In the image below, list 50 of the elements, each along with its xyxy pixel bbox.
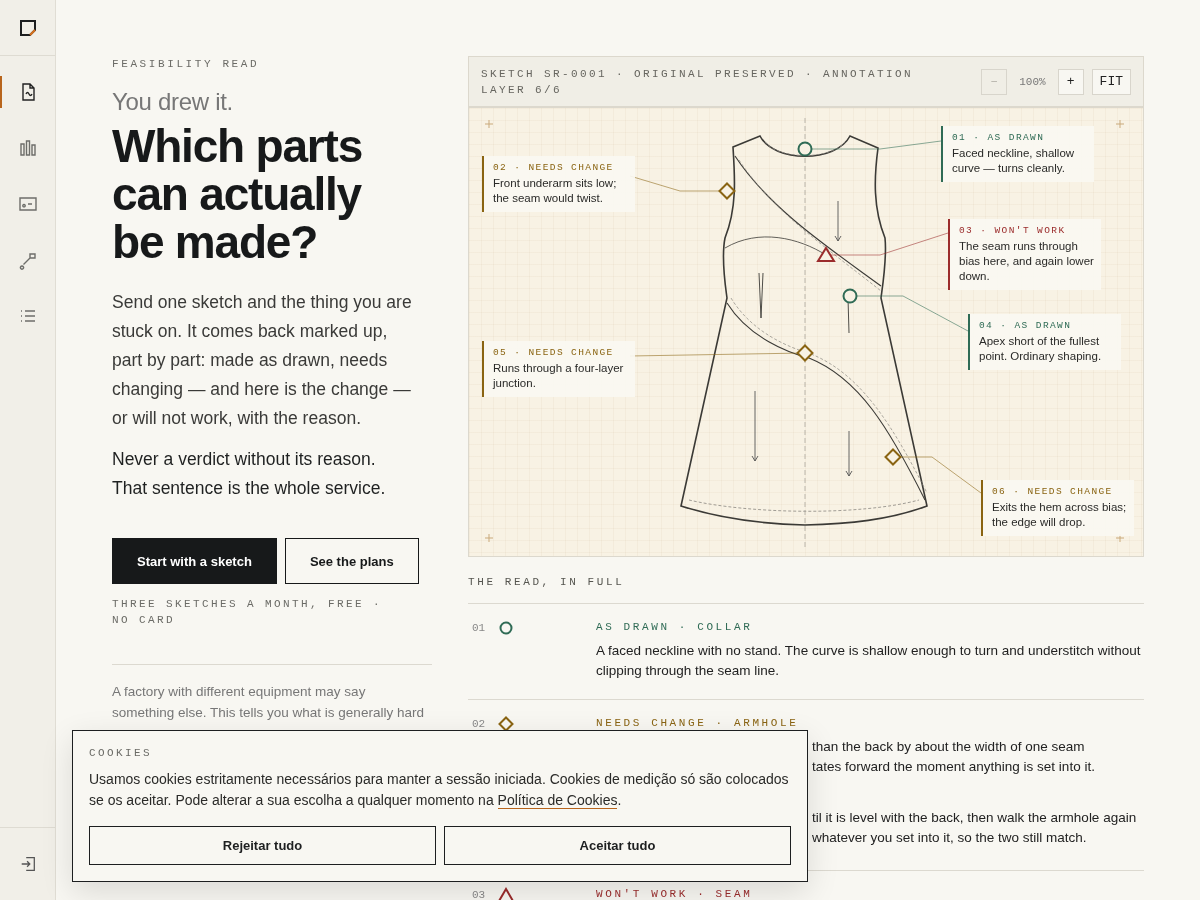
row-number: 03 xyxy=(472,888,487,900)
registration-mark xyxy=(1115,119,1125,129)
disclaimer-text: A factory with different equipment may say something else. This tells you what is generally hard xyxy=(112,683,425,722)
annotation-label: 01 · AS DRAWN xyxy=(952,132,1046,143)
verdict-text: til it is level with the back, then walk the armhole again xyxy=(812,809,1137,827)
bar-chart-icon xyxy=(17,138,38,158)
zoom-in-button[interactable]: + xyxy=(1057,68,1084,95)
row-number: 01 xyxy=(472,621,487,634)
start-button[interactable]: Start with a sketch xyxy=(112,538,277,584)
id-card-icon xyxy=(17,194,38,214)
registration-mark xyxy=(484,119,494,129)
annotation-label: 03 · WON'T WORK xyxy=(959,225,1067,236)
verdict-text: whatever you set into it, so the two still match. xyxy=(812,829,1087,847)
annotation-text: Front underarm sits low; the seam would twist. xyxy=(493,176,618,206)
verdict-text: A faced neckline with no stand. The curve is shallow enough to turn and understitch without clipping through the seam line. xyxy=(596,642,1142,680)
logo-icon[interactable] xyxy=(17,17,38,38)
cookie-text: Usamos cookies estritamente necessários para manter a sessão iniciada. Cookies de medição só são colocados se os aceitar. Pode alterar a sua escolha a qualquer momento na Política de Cookies. xyxy=(89,770,790,810)
headline: Which parts can actually be made? xyxy=(112,122,364,266)
path-icon xyxy=(17,250,38,270)
annotation-text: Exits the hem across bias; the edge will drop. xyxy=(992,500,1128,530)
verdict-label: AS DRAWN · COLLAR xyxy=(596,621,754,633)
fit-button[interactable]: FIT xyxy=(1091,68,1131,95)
annotation-text: The seam runs through bias here, and again lower down. xyxy=(959,239,1095,284)
verdict-label: NEEDS CHANGE · ARMHOLE xyxy=(596,717,800,729)
row-number: 02 xyxy=(472,717,487,730)
accept-button[interactable]: Aceitar tudo xyxy=(444,826,791,865)
sketch-canvas[interactable] xyxy=(469,108,1143,556)
annotation-label: 04 · AS DRAWN xyxy=(979,320,1073,331)
intro-paragraph: Send one sketch and the thing you are stuck on. It comes back marked up, part by part: made as drawn, needs changing — and here is the change — or will not work, with the reason. xyxy=(112,291,413,430)
annotation-text: Apex short of the fullest point. Ordinary shaping. xyxy=(979,334,1103,364)
plans-button[interactable]: See the plans xyxy=(284,538,419,584)
annotation-label: 06 · NEEDS CHANGE xyxy=(992,486,1114,497)
annotation-text: Runs through a four-layer junction. xyxy=(493,361,625,391)
statement-paragraph: Never a verdict without its reason. That sentence is the whole service. xyxy=(112,448,387,500)
verdict-label: WON'T WORK · SEAM xyxy=(596,888,754,900)
cookie-title: COOKIES xyxy=(89,747,153,759)
offer-note: THREE SKETCHES A MONTH, FREE · NO CARD xyxy=(112,597,384,628)
sketch-caption: SKETCH SR-0001 · ORIGINAL PRESERVED · ANNOTATION LAYER 6/6 xyxy=(481,66,915,98)
annotation-label: 02 · NEEDS CHANGE xyxy=(493,162,615,173)
registration-mark xyxy=(1115,533,1125,543)
annotation-text: Faced neckline, shallow curve — turns cleanly. xyxy=(952,146,1076,176)
annotation-label: 05 · NEEDS CHANGE xyxy=(493,347,615,358)
registration-mark xyxy=(484,533,494,543)
verdict-text: than the back by about the width of one seam xyxy=(812,738,1085,756)
eyebrow-label: FEASIBILITY READ xyxy=(112,58,261,70)
lead-text: You drew it. xyxy=(112,88,234,116)
reject-button[interactable]: Rejeitar tudo xyxy=(89,826,436,865)
zoom-level: 100% xyxy=(1019,75,1046,88)
verdict-text: tates forward the moment anything is set into it. xyxy=(812,758,1095,776)
section-heading: THE READ, IN FULL xyxy=(468,576,626,588)
